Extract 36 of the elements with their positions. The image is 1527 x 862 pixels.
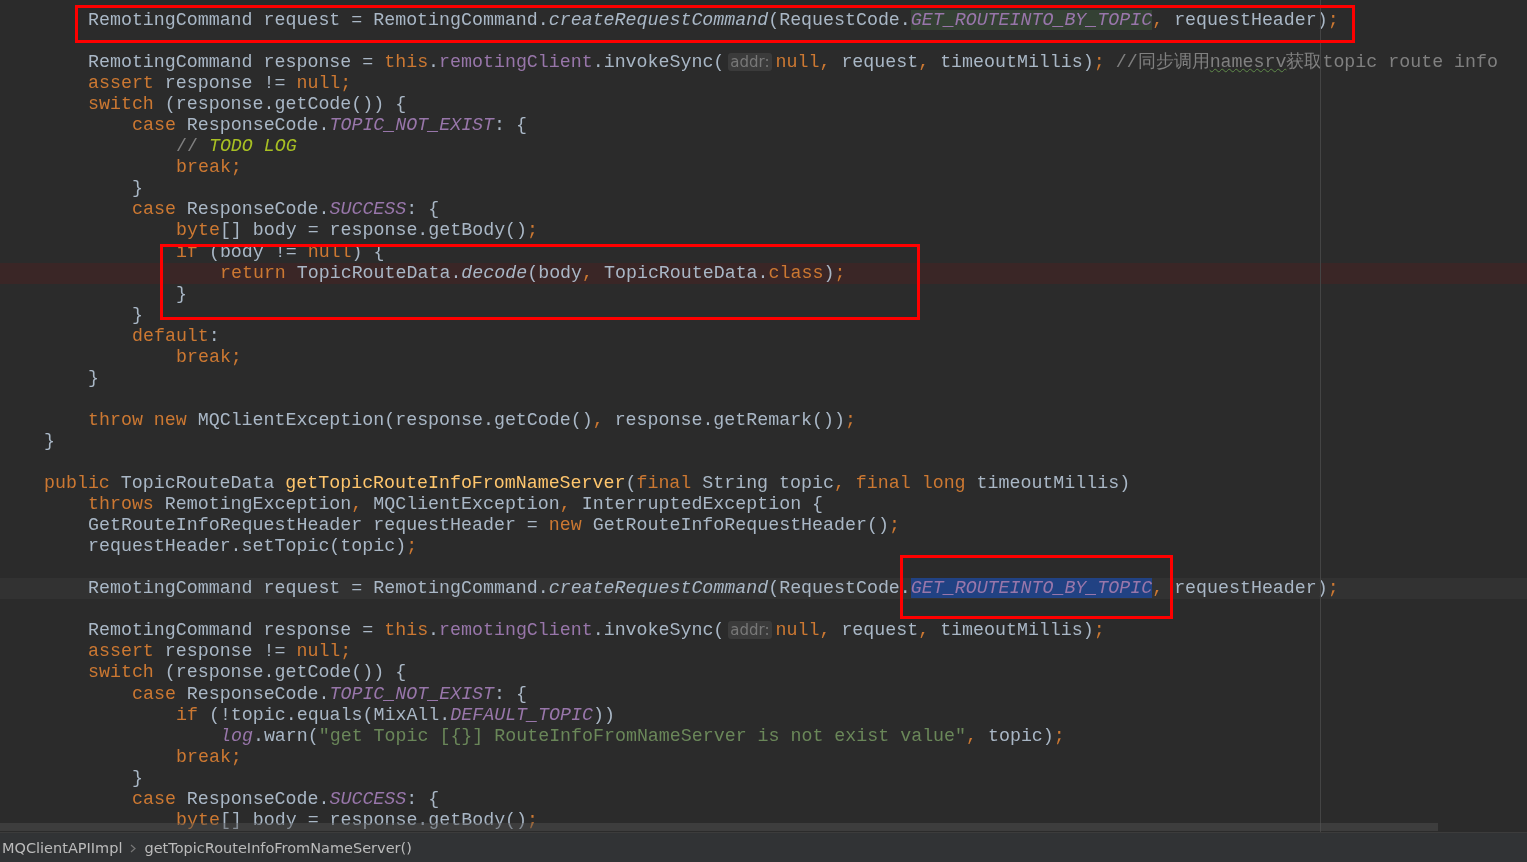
code-line: public TopicRouteData getTopicRouteInfoFromNameServer(final String topic, final long timeoutMillis) bbox=[44, 473, 1131, 494]
code-line: break; bbox=[176, 346, 242, 367]
code-line: default: bbox=[132, 325, 220, 346]
code-line: } bbox=[132, 767, 143, 788]
code-line: } bbox=[44, 430, 55, 451]
code-line: case ResponseCode.TOPIC_NOT_EXIST: { bbox=[132, 683, 527, 704]
code-line: if (!topic.equals(MixAll.DEFAULT_TOPIC)) bbox=[176, 704, 615, 725]
code-line: RemotingCommand response = this.remotingClient.invokeSync( addr: null, request, timeoutMillis); bbox=[88, 620, 1105, 641]
code-line: case ResponseCode.SUCCESS: { bbox=[132, 199, 440, 220]
code-line: RemotingCommand request = RemotingCommand.createRequestCommand(RequestCode.GET_ROUTEINTO_BY_TOPIC, requestHeader); bbox=[88, 10, 1339, 30]
code-line: assert response != null; bbox=[88, 641, 352, 662]
code-line: switch (response.getCode()) { bbox=[88, 94, 407, 115]
code-line: assert response != null; bbox=[88, 73, 352, 94]
breadcrumb-item[interactable]: getTopicRouteInfoFromNameServer() bbox=[144, 840, 412, 856]
code-line: } bbox=[176, 283, 187, 304]
code-line: case ResponseCode.SUCCESS: { bbox=[132, 788, 440, 809]
code-line: switch (response.getCode()) { bbox=[88, 662, 407, 683]
code-line: } bbox=[88, 367, 99, 388]
code-line: requestHeader.setTopic(topic); bbox=[88, 536, 418, 557]
code-line: return TopicRouteData.decode(body, TopicRouteData.class); bbox=[220, 262, 846, 283]
code-line: log.warn("get Topic [{}] RouteInfoFromNameServer is not exist value", topic); bbox=[220, 725, 1065, 746]
code-line: throws RemotingException, MQClientException, InterruptedException { bbox=[88, 494, 824, 515]
code-line: byte[] body = response.getBody(); bbox=[176, 809, 539, 830]
code-editor[interactable] bbox=[0, 0, 1527, 832]
chevron-icon bbox=[130, 843, 137, 853]
code-line: } bbox=[132, 178, 143, 199]
code-line: break; bbox=[176, 157, 242, 178]
code-line: break; bbox=[176, 746, 242, 767]
code-line: GetRouteInfoRequestHeader requestHeader = new GetRouteInfoRequestHeader(); bbox=[88, 515, 900, 536]
code-line: RemotingCommand response = this.remotingClient.invokeSync( addr: null, request, timeoutMillis); //同步调用namesrv获取topic route info bbox=[88, 52, 1498, 73]
code-line: // TODO LOG bbox=[176, 136, 297, 157]
code-line: } bbox=[132, 304, 143, 325]
code-line: byte[] body = response.getBody(); bbox=[176, 220, 539, 241]
code-line: case ResponseCode.TOPIC_NOT_EXIST: { bbox=[132, 115, 527, 136]
code-line: throw new MQClientException(response.getCode(), response.getRemark()); bbox=[88, 409, 856, 430]
breadcrumb-item[interactable]: MQClientAPIImpl bbox=[2, 840, 123, 856]
